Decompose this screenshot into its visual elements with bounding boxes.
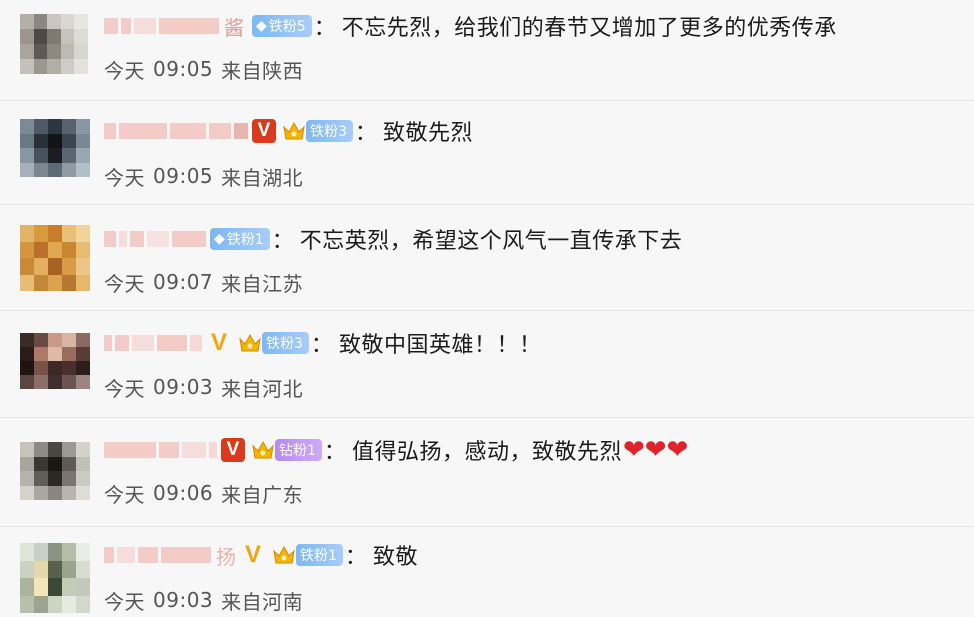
comment-time: 09:07 — [153, 270, 214, 294]
fan-badge[interactable]: 钻粉1 — [275, 439, 322, 461]
avatar[interactable] — [20, 119, 90, 177]
comment-time: 09:06 — [153, 481, 214, 505]
comment-meta: 今天 09:03 来自河北 — [104, 372, 303, 402]
comment-item[interactable]: V 钻粉1 ： 值得弘扬，感动，致敬先烈 ❤❤❤ 今天 09:06 来自广东 — [0, 418, 974, 527]
username-tail: 扬 — [216, 544, 236, 569]
fan-badge[interactable]: 铁粉3 — [262, 332, 309, 354]
verified-v-icon: V — [221, 438, 245, 462]
fan-badge-label: 铁粉3 — [266, 336, 303, 352]
avatar[interactable] — [20, 333, 90, 389]
comment-day: 今天 — [104, 271, 145, 296]
diamond-icon: ◆ — [214, 231, 225, 247]
comment-location: 来自河南 — [221, 589, 304, 614]
verified-v-icon: V — [244, 541, 261, 568]
verified-v-icon: V — [252, 119, 276, 143]
diamond-icon: ◆ — [256, 18, 267, 34]
username-blurred[interactable] — [104, 331, 202, 355]
comment-text: 不忘先烈，给我们的春节又增加了更多的优秀传承 — [341, 16, 837, 41]
comment-text: 不忘英烈，希望这个风气一直传承下去 — [299, 229, 683, 254]
comment-location: 来自陕西 — [221, 58, 304, 83]
comment-item[interactable]: V 铁粉3 ： 致敬先烈 今天 09:05 来自湖北 — [0, 101, 974, 205]
comment-day: 今天 — [104, 589, 145, 614]
avatar[interactable] — [20, 442, 90, 500]
crown-icon — [238, 331, 262, 355]
comment-item[interactable]: ◆ 铁粉1 ： 不忘英烈，希望这个风气一直传承下去 今天 09:07 来自江苏 — [0, 205, 974, 311]
avatar[interactable] — [20, 14, 88, 74]
comment-meta: 今天 09:05 来自陕西 — [104, 54, 303, 84]
fan-badge-label: 铁粉5 — [268, 19, 306, 35]
comment-day: 今天 — [104, 165, 145, 190]
comment-time: 09:03 — [153, 375, 214, 399]
comment-meta: 今天 09:05 来自湖北 — [104, 161, 303, 191]
comment-location: 来自广东 — [221, 482, 304, 507]
fan-badge[interactable]: 铁粉1 — [296, 544, 343, 566]
username-blurred[interactable] — [104, 438, 217, 462]
comment-day: 今天 — [104, 482, 145, 507]
comment-item[interactable]: V 铁粉3 ： 致敬中国英雄！！！ 今天 09:03 来自河北 — [0, 311, 974, 418]
verified-v-icon: V — [210, 329, 227, 356]
avatar[interactable] — [20, 225, 90, 291]
crown-icon — [251, 438, 275, 462]
username-tail: 酱 — [224, 15, 244, 40]
username-blurred[interactable] — [104, 227, 206, 251]
heart-icon: ❤❤❤ — [622, 435, 689, 465]
comment-meta: 今天 09:07 来自江苏 — [104, 267, 303, 297]
fan-badge[interactable]: ◆ 铁粉1 — [210, 228, 270, 250]
comment-location: 来自河北 — [221, 376, 304, 401]
comment-list: 酱 ◆ 铁粉5 ： 不忘先烈，给我们的春节又增加了更多的优秀传承 今天 09:0… — [0, 0, 974, 614]
comment-time: 09:05 — [153, 164, 214, 188]
comment-day: 今天 — [104, 376, 145, 401]
fan-badge[interactable]: 铁粉3 — [306, 120, 353, 142]
username-blurred[interactable]: 扬 — [104, 543, 236, 569]
comment-meta: 今天 09:06 来自广东 — [104, 478, 303, 508]
comment-time: 09:03 — [153, 588, 214, 612]
comment-meta: 今天 09:03 来自河南 — [104, 585, 303, 615]
comment-text: 值得弘扬，感动，致敬先烈 — [351, 440, 622, 465]
fan-badge-label: 钻粉1 — [279, 443, 316, 459]
comment-time: 09:05 — [153, 57, 214, 81]
comment-text: 致敬先烈 — [382, 121, 473, 146]
fan-badge[interactable]: ◆ 铁粉5 — [252, 15, 312, 37]
fan-badge-label: 铁粉3 — [310, 124, 347, 140]
fan-badge-label: 铁粉1 — [226, 232, 264, 248]
username-blurred[interactable]: 酱 — [104, 14, 244, 40]
fan-badge-label: 铁粉1 — [300, 548, 337, 564]
comment-item[interactable]: 扬 V 铁粉1 ： 致敬 今天 09:03 来自河南 — [0, 527, 974, 617]
comment-text: 致敬中国英雄！！！ — [338, 333, 542, 358]
comment-location: 来自湖北 — [221, 165, 304, 190]
username-blurred[interactable] — [104, 119, 248, 143]
crown-icon — [272, 543, 296, 567]
comment-day: 今天 — [104, 58, 145, 83]
comment-item[interactable]: 酱 ◆ 铁粉5 ： 不忘先烈，给我们的春节又增加了更多的优秀传承 今天 09:0… — [0, 0, 974, 101]
comment-location: 来自江苏 — [221, 271, 304, 296]
crown-icon — [282, 119, 306, 143]
comment-text: 致敬 — [372, 545, 418, 570]
avatar[interactable] — [20, 543, 90, 613]
